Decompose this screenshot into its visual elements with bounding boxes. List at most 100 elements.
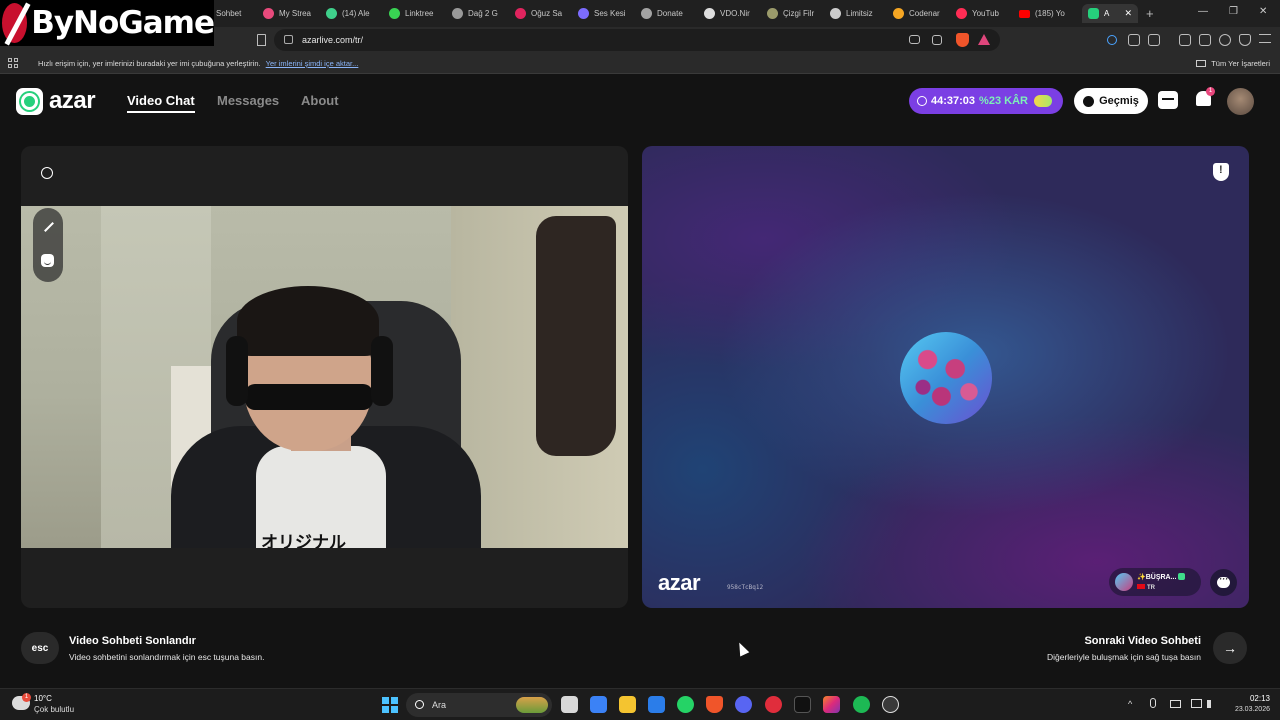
share-icon[interactable] xyxy=(932,35,942,45)
shirt-print-text: オリジナル xyxy=(261,533,346,548)
cast-icon[interactable] xyxy=(909,35,920,44)
tab-label: Donate xyxy=(657,9,683,18)
peer-country-row: TR xyxy=(1137,584,1155,591)
azar-logo[interactable]: azar xyxy=(16,87,96,115)
taskbar-search[interactable]: Ara xyxy=(406,693,552,717)
apps-grid-icon[interactable] xyxy=(8,58,18,68)
spotify-icon[interactable] xyxy=(853,696,870,713)
browser-tab-active[interactable]: A ✕ xyxy=(1082,4,1138,23)
new-tab-button[interactable]: + xyxy=(1146,6,1154,21)
store-icon[interactable] xyxy=(1158,91,1178,109)
peer-avatar xyxy=(900,332,992,424)
browser-tab[interactable]: VDO.Nir xyxy=(704,4,764,23)
store-app-icon[interactable] xyxy=(590,696,607,713)
file-explorer-icon[interactable] xyxy=(619,696,636,713)
browser-tab[interactable]: Oğuz Sa xyxy=(515,4,575,23)
face-sticker-icon[interactable] xyxy=(41,254,55,268)
minimize-button[interactable]: — xyxy=(1198,6,1208,17)
mail-app-icon[interactable] xyxy=(648,696,665,713)
leo-ai-icon[interactable] xyxy=(1219,34,1231,46)
tab-label: (14) Ale xyxy=(342,9,370,18)
camera-tools xyxy=(33,208,63,282)
all-bookmarks-label: Tüm Yer İşaretleri xyxy=(1211,59,1270,68)
browser-tab[interactable]: Çizgi Filr xyxy=(767,4,827,23)
browser-tab[interactable]: Sohbet xyxy=(216,4,260,23)
windows-taskbar: 1 10°C Çok bulutlu Ara ^ 02:13 23.03.202… xyxy=(0,688,1280,720)
browser-tab[interactable]: Dağ 2 G xyxy=(452,4,512,23)
tray-overflow-icon[interactable]: ^ xyxy=(1128,699,1132,709)
tab-label: Oğuz Sa xyxy=(531,9,563,18)
sidebar-icon[interactable] xyxy=(1179,34,1191,46)
tab-close-icon[interactable]: ✕ xyxy=(1124,8,1132,19)
azar-header: azar Video Chat Messages About 44:37:03 … xyxy=(0,75,1280,127)
next-chat-button[interactable]: → xyxy=(1213,632,1247,664)
magic-wand-filter-icon[interactable] xyxy=(41,220,55,234)
microphone-icon[interactable] xyxy=(1150,698,1156,708)
import-bookmarks-link[interactable]: Yer imlerini şimdi içe aktar... xyxy=(266,59,359,68)
close-window-button[interactable]: ✕ xyxy=(1259,6,1267,17)
taskbar-search-placeholder: Ara xyxy=(432,700,447,710)
task-view-icon[interactable] xyxy=(561,696,578,713)
tab-search-icon[interactable] xyxy=(1199,34,1211,46)
instagram-icon[interactable] xyxy=(823,696,840,713)
report-shield-icon[interactable] xyxy=(1213,163,1229,181)
tab-favicon-icon xyxy=(893,8,904,19)
next-chat-subtitle: Diğerleriyle buluşmak için sağ tuşa bası… xyxy=(1046,652,1201,662)
browser-tab[interactable]: YouTub xyxy=(956,4,1016,23)
taskbar-date[interactable]: 23.03.2026 xyxy=(1200,706,1270,713)
nav-messages[interactable]: Messages xyxy=(217,93,279,108)
tiktok-icon[interactable] xyxy=(794,696,811,713)
end-chat-key[interactable]: esc xyxy=(21,632,59,664)
tab-label: Sohbet xyxy=(216,9,242,18)
brave-shield-icon[interactable] xyxy=(956,33,969,47)
expand-view-button[interactable] xyxy=(34,160,60,186)
bookmarks-bar: Hızlı erişim için, yer imlerinizi burada… xyxy=(0,53,1280,74)
menu-icon[interactable] xyxy=(1259,34,1271,43)
coins-icon xyxy=(1033,95,1052,107)
peer-country: TR xyxy=(1147,585,1155,591)
browser-tab[interactable]: Linktree xyxy=(389,4,449,23)
weather-alert-badge: 1 xyxy=(22,693,31,702)
session-id: 958cTcBq12 xyxy=(727,584,764,591)
game-app-icon[interactable] xyxy=(765,696,782,713)
obs-icon[interactable] xyxy=(882,696,899,713)
browser-tab[interactable]: Ses Kesi xyxy=(578,4,638,23)
peer-profile-chip[interactable]: ✨BÜŞRA... TR xyxy=(1109,568,1201,596)
nav-about[interactable]: About xyxy=(301,93,339,108)
windows-start-icon[interactable] xyxy=(382,697,398,713)
history-button[interactable]: Geçmiş xyxy=(1074,88,1148,114)
maximize-button[interactable]: ❐ xyxy=(1229,6,1238,17)
browser-tab[interactable]: Limitsiz xyxy=(830,4,890,23)
discord-icon[interactable] xyxy=(735,696,752,713)
all-bookmarks-button[interactable]: Tüm Yer İşaretleri xyxy=(1196,59,1270,68)
browser-tab[interactable]: (185) Yo xyxy=(1019,4,1079,23)
mouse-cursor xyxy=(734,640,750,657)
azar-logo-text: azar xyxy=(49,87,96,114)
brave-browser-icon[interactable] xyxy=(706,696,723,713)
url-field[interactable]: azarlive.com/tr/ xyxy=(274,29,1000,51)
browser-tab[interactable]: Donate xyxy=(641,4,701,23)
vpn-shield-icon[interactable] xyxy=(1239,34,1251,46)
whatsapp-icon[interactable] xyxy=(677,696,694,713)
wallet-icon[interactable] xyxy=(1148,34,1160,46)
nav-video-chat[interactable]: Video Chat xyxy=(127,93,195,113)
browser-tab[interactable]: (14) Ale xyxy=(326,4,386,23)
site-info-icon[interactable] xyxy=(284,35,293,44)
chat-button[interactable] xyxy=(1210,569,1237,596)
browser-tab[interactable]: Codenar xyxy=(893,4,953,23)
bookmark-icon[interactable] xyxy=(257,34,266,46)
tab-label: Çizgi Filr xyxy=(783,9,815,18)
profile-avatar[interactable] xyxy=(1227,88,1254,115)
tab-favicon-icon xyxy=(389,8,400,19)
promo-timer-pill[interactable]: 44:37:03 %23 KÂR xyxy=(909,88,1063,114)
keyboard-icon[interactable] xyxy=(1170,700,1181,708)
azar-logo-icon xyxy=(16,87,43,115)
extensions-icon[interactable] xyxy=(1128,34,1140,46)
brave-rewards-icon[interactable] xyxy=(978,34,990,45)
clock-icon xyxy=(917,96,927,106)
audio-icon[interactable] xyxy=(1107,35,1117,45)
verified-icon xyxy=(1178,573,1186,580)
taskbar-clock[interactable]: 02:13 xyxy=(1220,694,1270,703)
bookmarks-hint-text: Hızlı erişim için, yer imlerinizi burada… xyxy=(38,59,261,68)
browser-tab[interactable]: My Strea xyxy=(263,4,323,23)
